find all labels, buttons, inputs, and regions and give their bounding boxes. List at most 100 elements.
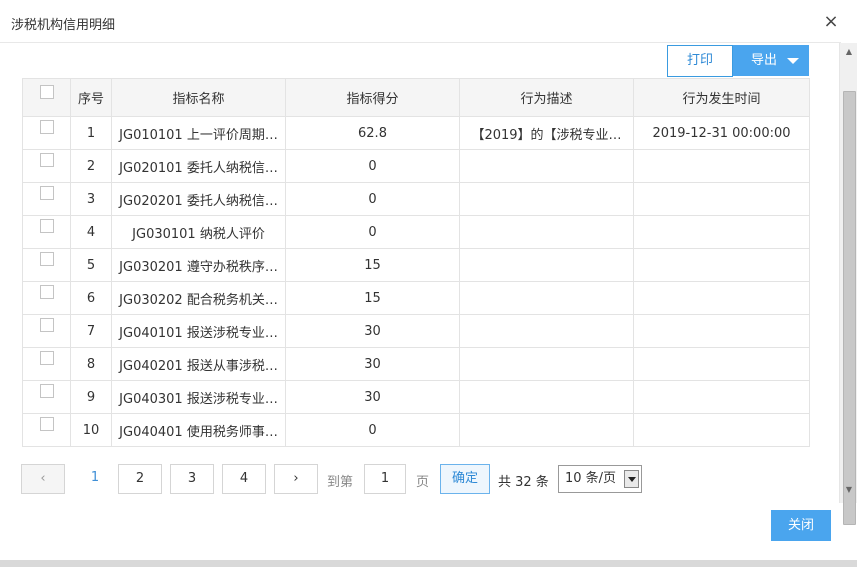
row-select-cell[interactable] (22, 149, 71, 183)
row-desc (459, 248, 634, 282)
row-checkbox[interactable] (39, 351, 54, 365)
header-time: 行为发生时间 (633, 78, 810, 117)
row-desc (459, 182, 634, 216)
row-select-cell[interactable] (22, 116, 71, 150)
row-index: 5 (70, 248, 112, 282)
row-index: 9 (70, 380, 112, 414)
page-4-button[interactable]: 4 (222, 464, 266, 494)
page-2-button[interactable]: 2 (118, 464, 162, 494)
row-select-cell[interactable] (22, 215, 71, 249)
dropdown-arrow-icon[interactable] (624, 470, 639, 488)
table-row[interactable]: 9 JG040301 报送涉税专业… 30 (22, 380, 810, 414)
row-name: JG030101 纳税人评价 (111, 215, 286, 249)
table-row[interactable]: 1 JG010101 上一评价周期… 62.8 【2019】的【涉税专业… 20… (22, 116, 810, 150)
row-time (633, 347, 810, 381)
scroll-down-icon[interactable]: ▼ (840, 483, 857, 497)
table-row[interactable]: 2 JG020101 委托人纳税信… 0 (22, 149, 810, 183)
title-divider (0, 42, 841, 43)
row-desc (459, 281, 634, 315)
row-index: 6 (70, 281, 112, 315)
credit-detail-dialog: 涉税机构信用明细 × ▲ ▼ 打印 导出 序号 指标名称 指标得分 行为描述 行… (0, 0, 857, 567)
dialog-title: 涉税机构信用明细 (11, 18, 116, 33)
select-all-checkbox[interactable] (39, 84, 54, 99)
row-name: JG010101 上一评价周期… (111, 116, 286, 150)
row-score: 0 (285, 413, 460, 447)
table-row[interactable]: 10 JG040401 使用税务师事… 0 (22, 413, 810, 447)
row-score: 0 (285, 149, 460, 183)
row-time: 2019-12-31 00:00:00 (633, 116, 810, 150)
export-label: 导出 (751, 53, 778, 68)
total-count: 共 32 条 (498, 475, 549, 490)
row-select-cell[interactable] (22, 380, 71, 414)
row-score: 30 (285, 347, 460, 381)
row-time (633, 182, 810, 216)
row-checkbox[interactable] (39, 252, 54, 266)
table-row[interactable]: 6 JG030202 配合税务机关… 15 (22, 281, 810, 315)
row-select-cell[interactable] (22, 182, 71, 216)
header-index: 序号 (70, 78, 112, 117)
row-name: JG030201 遵守办税秩序… (111, 248, 286, 282)
row-name: JG040301 报送涉税专业… (111, 380, 286, 414)
export-button[interactable]: 导出 (733, 45, 809, 76)
row-desc (459, 380, 634, 414)
row-checkbox[interactable] (39, 318, 54, 332)
row-index: 8 (70, 347, 112, 381)
row-select-cell[interactable] (22, 314, 71, 348)
next-page-icon[interactable]: › (274, 464, 318, 494)
row-score: 15 (285, 248, 460, 282)
row-checkbox[interactable] (39, 186, 54, 200)
row-time (633, 413, 810, 447)
row-checkbox[interactable] (39, 153, 54, 167)
row-desc (459, 347, 634, 381)
page-size-value: 10 条/页 (565, 471, 617, 486)
credit-table: 序号 指标名称 指标得分 行为描述 行为发生时间 1 JG010101 上一评价… (22, 78, 810, 447)
row-name: JG020201 委托人纳税信… (111, 182, 286, 216)
table-row[interactable]: 8 JG040201 报送从事涉税… 30 (22, 347, 810, 381)
row-name: JG040401 使用税务师事… (111, 413, 286, 447)
scroll-thumb[interactable] (843, 91, 856, 525)
prev-page-icon[interactable]: ‹ (21, 464, 65, 494)
row-desc (459, 413, 634, 447)
scroll-up-icon[interactable]: ▲ (840, 45, 857, 59)
table-row[interactable]: 3 JG020201 委托人纳税信… 0 (22, 182, 810, 216)
row-checkbox[interactable] (39, 417, 54, 431)
row-checkbox[interactable] (39, 219, 54, 233)
row-select-cell[interactable] (22, 281, 71, 315)
header-desc: 行为描述 (459, 78, 634, 117)
row-index: 7 (70, 314, 112, 348)
table-row[interactable]: 7 JG040101 报送涉税专业… 30 (22, 314, 810, 348)
row-score: 0 (285, 215, 460, 249)
page-size-select[interactable]: 10 条/页 (558, 465, 642, 493)
goto-page-input[interactable]: 1 (364, 464, 406, 494)
header-score: 指标得分 (285, 78, 460, 117)
table-row[interactable]: 4 JG030101 纳税人评价 0 (22, 215, 810, 249)
row-time (633, 380, 810, 414)
row-time (633, 248, 810, 282)
page-unit-label: 页 (416, 475, 430, 490)
row-index: 10 (70, 413, 112, 447)
print-button[interactable]: 打印 (667, 45, 733, 77)
row-time (633, 149, 810, 183)
row-select-cell[interactable] (22, 347, 71, 381)
goto-confirm-button[interactable]: 确定 (440, 464, 490, 494)
row-select-cell[interactable] (22, 248, 71, 282)
row-checkbox[interactable] (39, 120, 54, 134)
row-checkbox[interactable] (39, 384, 54, 398)
close-button[interactable]: 关闭 (771, 510, 831, 541)
vertical-scrollbar[interactable]: ▲ ▼ (839, 43, 857, 525)
row-name: JG020101 委托人纳税信… (111, 149, 286, 183)
row-index: 3 (70, 182, 112, 216)
page-1-current[interactable]: 1 (85, 464, 105, 492)
row-desc (459, 149, 634, 183)
page-3-button[interactable]: 3 (170, 464, 214, 494)
row-time (633, 314, 810, 348)
goto-label: 到第 (327, 475, 354, 490)
table-row[interactable]: 5 JG030201 遵守办税秩序… 15 (22, 248, 810, 282)
select-all-cell[interactable] (22, 78, 71, 117)
row-select-cell[interactable] (22, 413, 71, 447)
header-name: 指标名称 (111, 78, 286, 117)
close-icon[interactable]: × (822, 13, 840, 31)
row-checkbox[interactable] (39, 285, 54, 299)
row-index: 2 (70, 149, 112, 183)
row-time (633, 215, 810, 249)
